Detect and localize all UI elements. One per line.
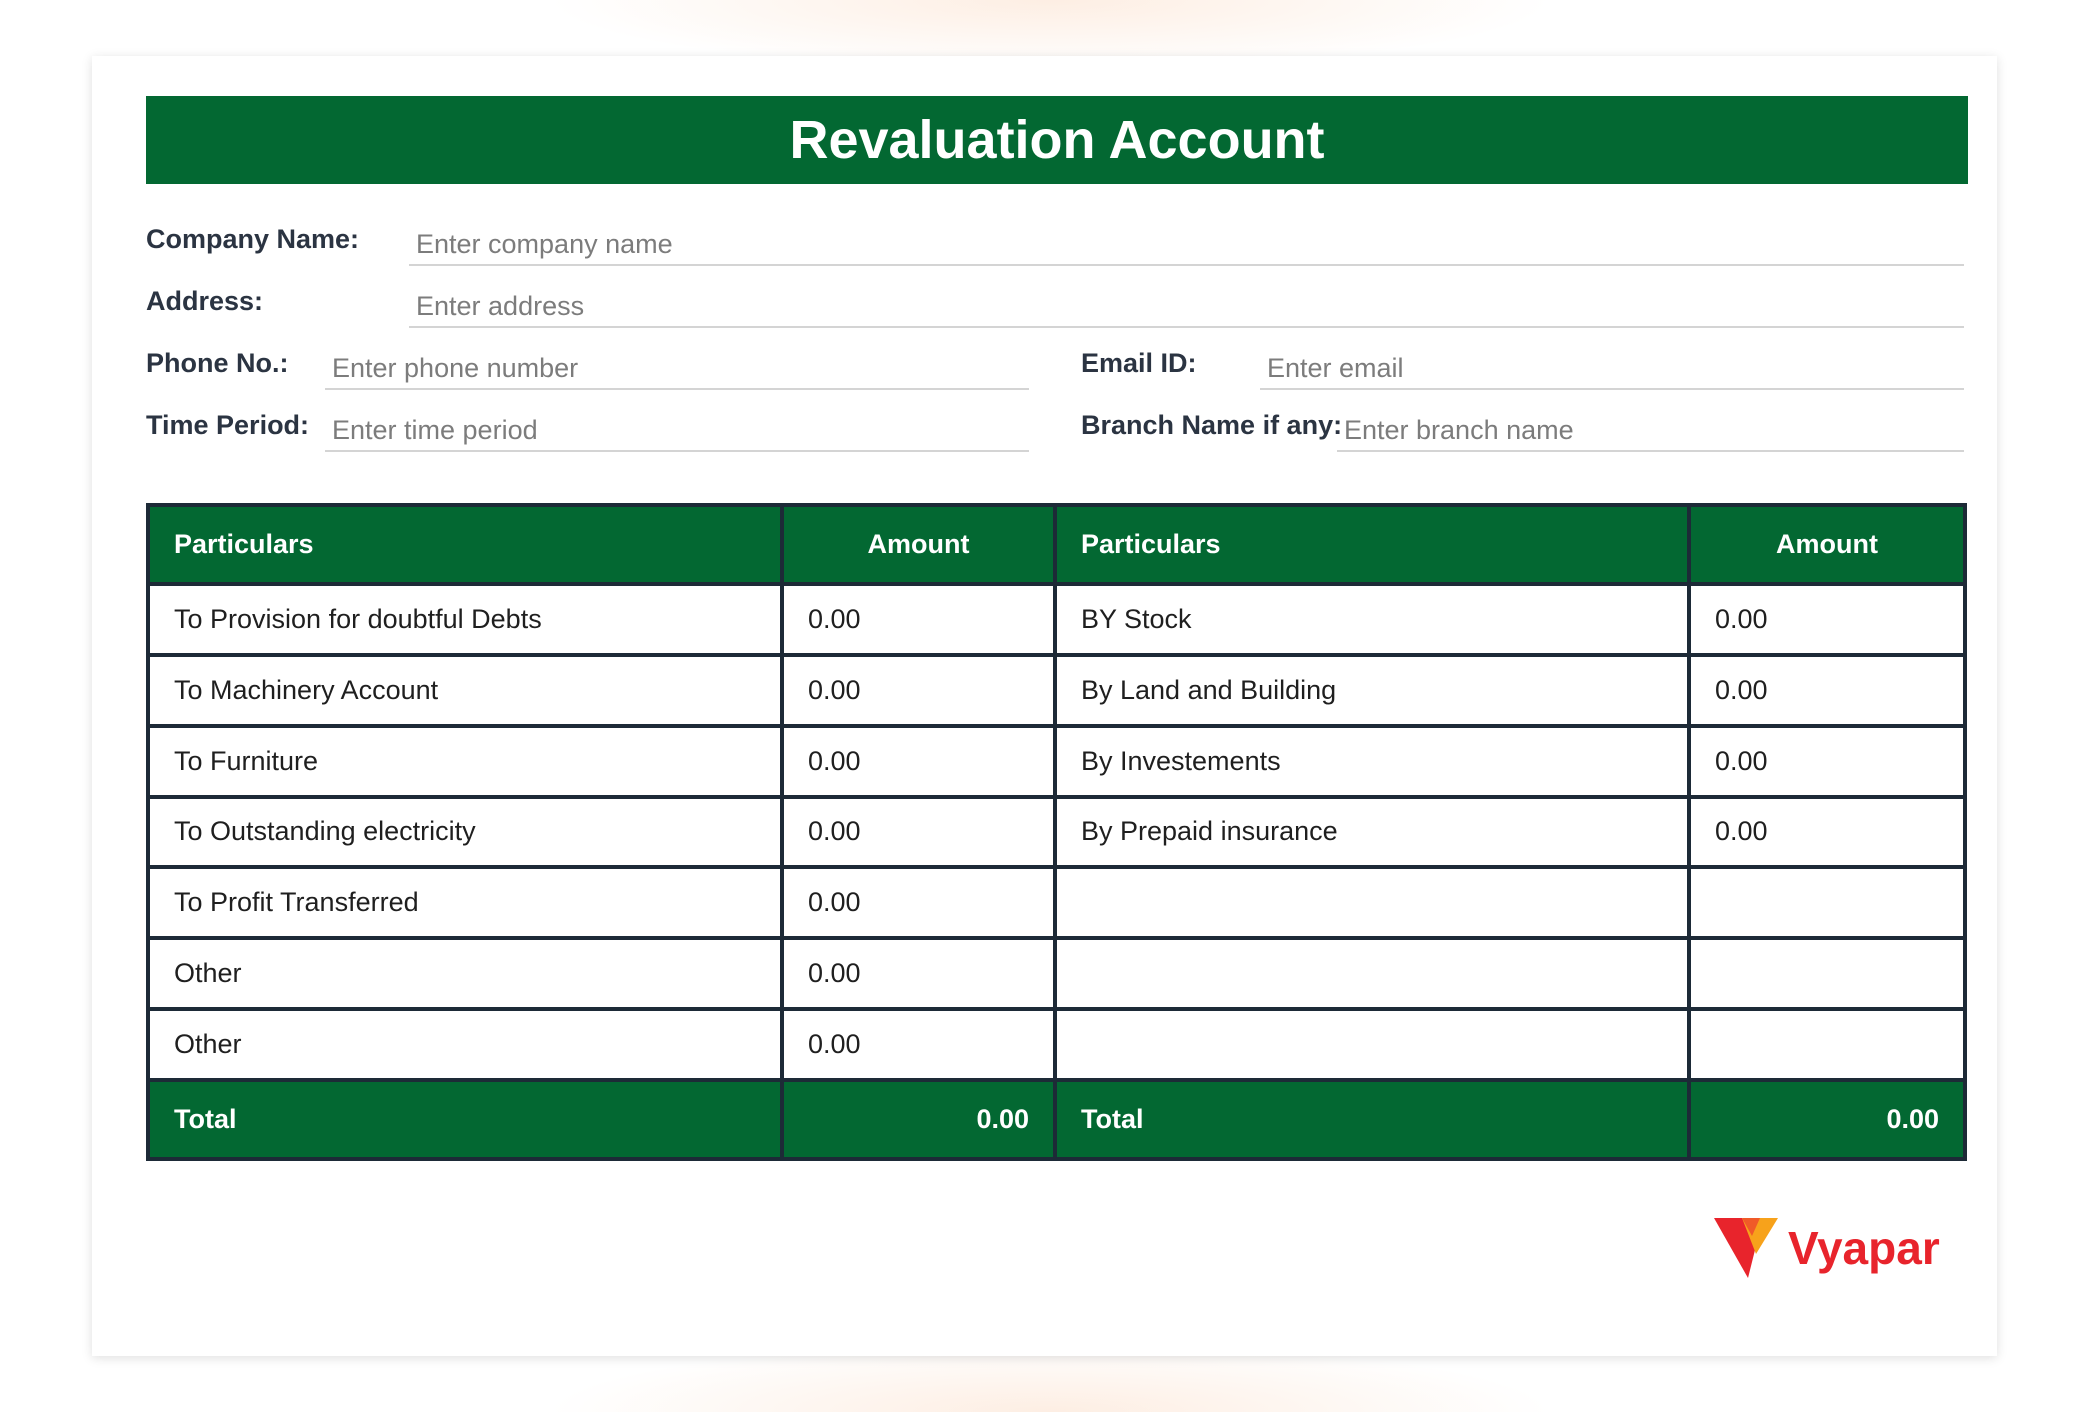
debit-total-amount: 0.00 <box>780 1078 1057 1161</box>
table-header-row: Particulars Amount Particulars Amount <box>146 503 1967 586</box>
credit-amount-cell[interactable] <box>1687 865 1967 941</box>
phone-field[interactable]: Enter phone number <box>325 350 1029 390</box>
header-amount-credit: Amount <box>1687 503 1967 586</box>
credit-amount-cell[interactable]: 0.00 <box>1687 582 1967 657</box>
credit-amount-cell[interactable]: 0.00 <box>1687 794 1967 870</box>
credit-particular-cell[interactable]: By Investements <box>1053 723 1691 799</box>
branch-field[interactable]: Enter branch name <box>1337 412 1964 452</box>
header-particulars-credit: Particulars <box>1053 503 1691 586</box>
credit-particular-cell[interactable]: By Land and Building <box>1053 652 1691 728</box>
credit-amount-cell[interactable] <box>1687 936 1967 1012</box>
document-card: Revaluation Account Company Name: Enter … <box>92 56 1997 1356</box>
debit-particular-cell[interactable]: To Machinery Account <box>146 652 784 728</box>
credit-particular-cell[interactable]: BY Stock <box>1053 582 1691 657</box>
debit-particular-cell[interactable]: To Provision for doubtful Debts <box>146 582 784 657</box>
debit-amount-cell[interactable]: 0.00 <box>780 652 1057 728</box>
credit-particular-cell[interactable]: By Prepaid insurance <box>1053 794 1691 870</box>
debit-particular-cell[interactable]: To Outstanding electricity <box>146 794 784 870</box>
email-label: Email ID: <box>1081 348 1197 378</box>
company-name-field[interactable]: Enter company name <box>409 226 1964 266</box>
credit-amount-cell[interactable]: 0.00 <box>1687 723 1967 799</box>
address-field[interactable]: Enter address <box>409 288 1964 328</box>
total-row: Total 0.00 Total 0.00 <box>146 1078 1967 1161</box>
debit-amount-cell[interactable]: 0.00 <box>780 582 1057 657</box>
vyapar-logo-icon <box>1714 1218 1778 1278</box>
revaluation-table: Particulars Amount Particulars Amount To… <box>146 503 1967 1161</box>
credit-particular-cell[interactable] <box>1053 936 1691 1012</box>
debit-amount-cell[interactable]: 0.00 <box>780 723 1057 799</box>
time-period-label: Time Period: <box>146 410 310 440</box>
phone-label: Phone No.: <box>146 348 289 378</box>
credit-total-amount: 0.00 <box>1687 1078 1967 1161</box>
table-row: Other 0.00 <box>146 1007 1967 1082</box>
credit-particular-cell[interactable] <box>1053 1007 1691 1082</box>
debit-amount-cell[interactable]: 0.00 <box>780 1007 1057 1082</box>
debit-amount-cell[interactable]: 0.00 <box>780 794 1057 870</box>
address-label: Address: <box>146 286 264 316</box>
debit-particular-cell[interactable]: To Profit Transferred <box>146 865 784 941</box>
table-row: To Profit Transferred 0.00 <box>146 865 1967 941</box>
vyapar-logo: Vyapar <box>1712 1216 1940 1280</box>
table-row: Other 0.00 <box>146 936 1967 1012</box>
time-period-field[interactable]: Enter time period <box>325 412 1029 452</box>
table-row: To Provision for doubtful Debts 0.00 BY … <box>146 582 1967 657</box>
email-field[interactable]: Enter email <box>1260 350 1964 390</box>
vyapar-logo-text: Vyapar <box>1788 1222 1940 1274</box>
header-amount-debit: Amount <box>780 503 1057 586</box>
credit-amount-cell[interactable]: 0.00 <box>1687 652 1967 728</box>
debit-total-label: Total <box>146 1078 784 1161</box>
credit-particular-cell[interactable] <box>1053 865 1691 941</box>
page-title: Revaluation Account <box>146 96 1968 184</box>
credit-amount-cell[interactable] <box>1687 1007 1967 1082</box>
debit-particular-cell[interactable]: Other <box>146 936 784 1012</box>
debit-amount-cell[interactable]: 0.00 <box>780 936 1057 1012</box>
branch-label: Branch Name if any: <box>1081 410 1343 440</box>
credit-total-label: Total <box>1053 1078 1691 1161</box>
header-particulars-debit: Particulars <box>146 503 784 586</box>
table-row: To Machinery Account 0.00 By Land and Bu… <box>146 652 1967 728</box>
debit-amount-cell[interactable]: 0.00 <box>780 865 1057 941</box>
company-name-label: Company Name: <box>146 224 360 254</box>
debit-particular-cell[interactable]: To Furniture <box>146 723 784 799</box>
table-row: To Furniture 0.00 By Investements 0.00 <box>146 723 1967 799</box>
debit-particular-cell[interactable]: Other <box>146 1007 784 1082</box>
table-row: To Outstanding electricity 0.00 By Prepa… <box>146 794 1967 870</box>
